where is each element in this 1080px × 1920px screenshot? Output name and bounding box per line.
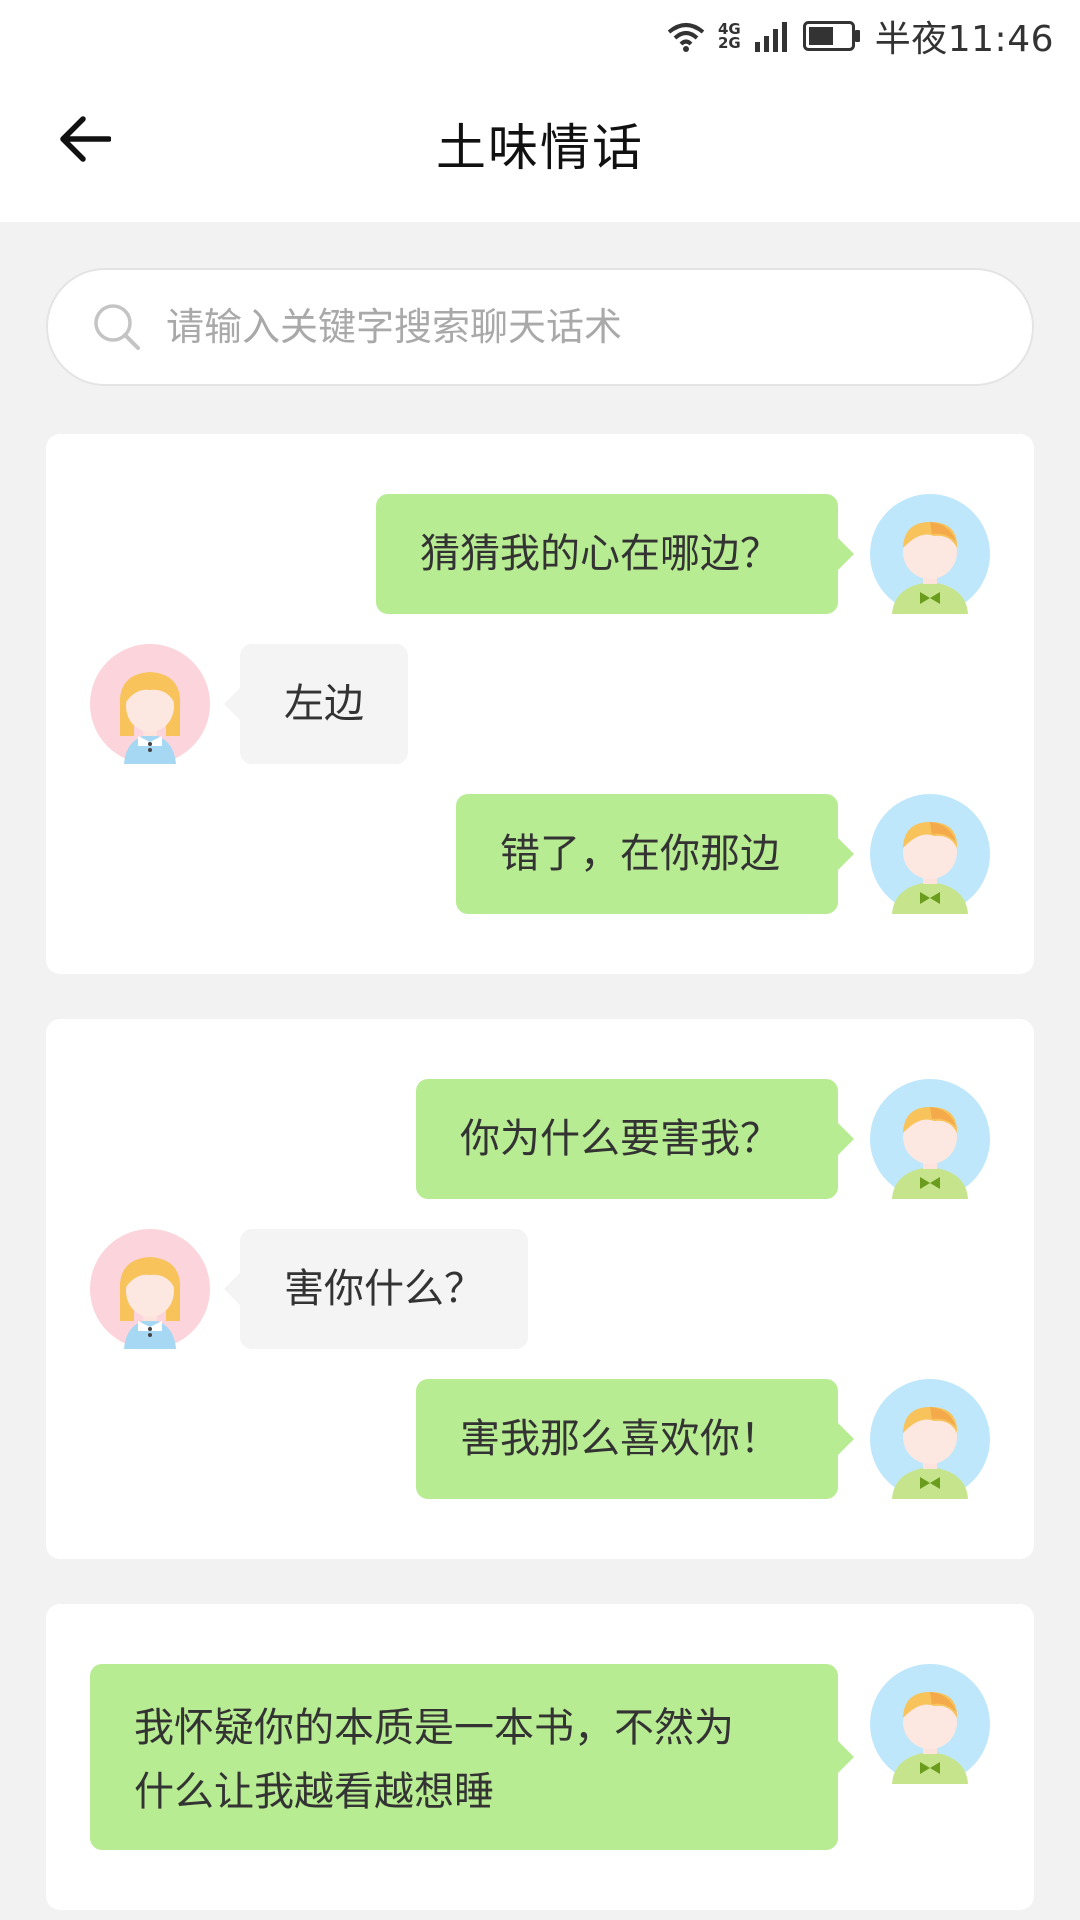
message-text: 害我那么喜欢你！	[460, 1416, 780, 1462]
conversation-card[interactable]: 你为什么要害我？ 害你什么？ 害我那么喜欢你！	[46, 1019, 1034, 1559]
message-bubble-me: 猜猜我的心在哪边？	[376, 494, 854, 614]
message-text: 猜猜我的心在哪边？	[420, 531, 780, 577]
message-text-line: 什么让我越看越想睡	[134, 1769, 494, 1815]
message-text: 左边	[284, 681, 364, 727]
conversation-card[interactable]: 我怀疑你的本质是一本书，不然为 什么让我越看越想睡	[46, 1604, 1034, 1910]
status-time: 半夜11:46	[874, 19, 1054, 60]
boy-avatar-icon	[870, 1379, 990, 1499]
message-bubble-her: 左边	[224, 644, 408, 764]
message-text: 你为什么要害我？	[460, 1116, 780, 1162]
message-text: 害你什么？	[284, 1266, 484, 1312]
message-text: 错了，在你那边	[500, 831, 780, 877]
search-bar[interactable]	[46, 268, 1034, 386]
battery-icon	[802, 21, 861, 51]
header-bar: 土味情话	[0, 72, 1080, 222]
girl-avatar-icon	[90, 1229, 210, 1349]
conversation-card[interactable]: 猜猜我的心在哪边？ 左边 错了，在你那边	[46, 434, 1034, 974]
network-type: 4G 2G	[718, 22, 741, 52]
boy-avatar-icon	[870, 1664, 990, 1784]
status-bar: 4G 2G 半夜11:46	[0, 0, 1080, 72]
message-text-line: 我怀疑你的本质是一本书，不然为	[134, 1705, 734, 1751]
message-bubble-me: 错了，在你那边	[456, 794, 854, 914]
message-bubble-me: 你为什么要害我？	[416, 1079, 854, 1199]
message-bubble-me: 我怀疑你的本质是一本书，不然为 什么让我越看越想睡	[90, 1664, 854, 1850]
search-icon	[92, 302, 142, 352]
page-title: 土味情话	[436, 119, 644, 177]
boy-avatar-icon	[870, 794, 990, 914]
search-input[interactable]	[166, 305, 926, 349]
wifi-icon	[666, 20, 706, 52]
boy-avatar-icon	[870, 494, 990, 614]
network-type-bottom: 2G	[718, 34, 741, 52]
message-bubble-me: 害我那么喜欢你！	[416, 1379, 854, 1499]
girl-avatar-icon	[90, 644, 210, 764]
signal-icon	[754, 20, 789, 52]
boy-avatar-icon	[870, 1079, 990, 1199]
message-bubble-her: 害你什么？	[224, 1229, 528, 1349]
